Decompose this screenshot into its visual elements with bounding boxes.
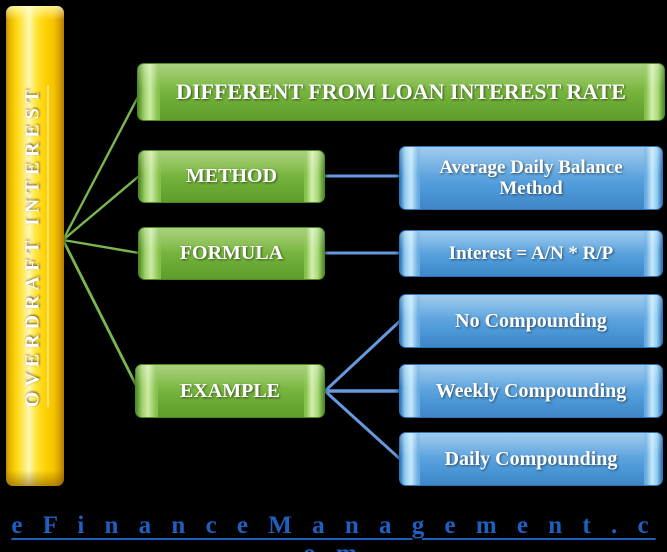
- node-average-daily-balance-method[interactable]: Average Daily Balance Method: [399, 146, 663, 210]
- node-label: DIFFERENT FROM LOAN INTEREST RATE: [176, 78, 626, 104]
- node-label: Daily Compounding: [444, 447, 618, 470]
- node-label: Average Daily Balance Method: [439, 156, 623, 199]
- connector-root-to-formula: [62, 238, 140, 255]
- node-no-compounding[interactable]: No Compounding: [399, 294, 663, 348]
- root-node-label: OVERDRAFT INTEREST: [21, 84, 49, 408]
- connector-root-to-method: [62, 175, 140, 241]
- node-example[interactable]: EXAMPLE: [135, 364, 325, 418]
- connector-root-to-different: [61, 94, 141, 241]
- node-label: EXAMPLE: [180, 379, 280, 402]
- node-weekly-compounding[interactable]: Weekly Compounding: [399, 364, 663, 418]
- node-label: FORMULA: [179, 242, 284, 265]
- node-different-from-loan-interest-rate[interactable]: DIFFERENT FROM LOAN INTEREST RATE: [137, 63, 665, 121]
- node-interest-formula[interactable]: Interest = A/N * R/P: [399, 230, 663, 277]
- site-watermark: e F i n a n c e M a n a g e m e n t . c …: [11, 512, 656, 552]
- node-label: No Compounding: [455, 309, 607, 332]
- connector-root-to-example: [61, 239, 141, 392]
- root-node-overdraft-interest[interactable]: OVERDRAFT INTEREST: [6, 6, 64, 486]
- node-method[interactable]: METHOD: [138, 150, 325, 203]
- node-formula[interactable]: FORMULA: [138, 227, 325, 280]
- node-daily-compounding[interactable]: Daily Compounding: [399, 432, 663, 486]
- diagram-canvas: OVERDRAFT INTEREST DIFFERENT FROM LOAN I…: [0, 0, 667, 552]
- node-label: Interest = A/N * R/P: [448, 242, 614, 264]
- connector-example-to-daily-compounding: [323, 389, 402, 461]
- node-label: Weekly Compounding: [435, 379, 627, 402]
- node-label: METHOD: [185, 165, 278, 188]
- connector-example-to-no-compounding: [323, 319, 402, 393]
